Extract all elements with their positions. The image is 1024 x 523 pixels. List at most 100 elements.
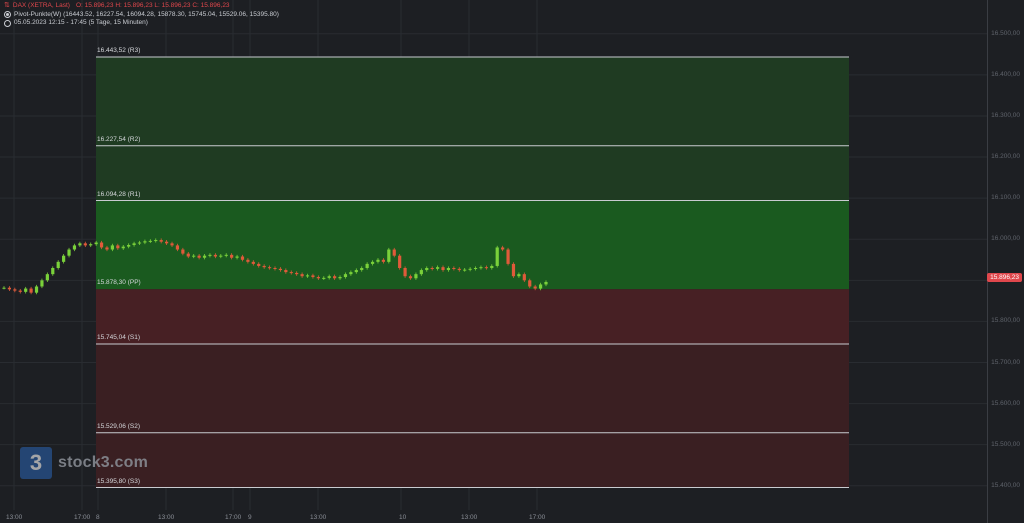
candle-body <box>165 241 169 244</box>
candle-body <box>116 245 120 249</box>
candle-body <box>522 274 526 281</box>
candle-body <box>398 255 402 269</box>
candle-body <box>186 253 190 257</box>
indicator-label: Pivot-Punkte(W) (16443.52, 16227.54, 160… <box>14 10 279 18</box>
candle-body <box>305 275 310 277</box>
candle-body <box>127 244 131 247</box>
candle-body <box>2 287 6 289</box>
candle-body <box>376 259 380 262</box>
candle-body <box>484 267 488 269</box>
candle-body <box>208 254 212 256</box>
price-axis-tick: 15.800,00 <box>991 317 1020 325</box>
candle-body <box>538 284 543 289</box>
price-axis-tick: 15.700,00 <box>991 358 1020 366</box>
time-axis-tick: 17:00 <box>529 514 546 521</box>
candle-body <box>230 254 234 258</box>
candle-body <box>7 287 12 290</box>
candle-body <box>197 255 201 258</box>
candle-body <box>257 263 261 266</box>
candle-body <box>62 255 66 262</box>
candle-body <box>143 241 147 243</box>
price-axis-tick: 15.400,00 <box>991 481 1020 489</box>
candle-body <box>354 270 358 273</box>
candle-body <box>495 247 499 266</box>
candle-body <box>192 255 196 257</box>
candle-body <box>78 243 82 246</box>
price-chart[interactable] <box>0 0 1024 523</box>
time-axis-tick: 13:00 <box>310 514 327 521</box>
candle-body <box>154 240 158 242</box>
time-axis-tick: 10 <box>399 514 407 521</box>
candle-body <box>56 261 60 269</box>
ohlc-values: O: 15.896,23 H: 15.896,23 L: 15.896,23 C… <box>75 2 230 9</box>
candle-body <box>219 255 223 257</box>
candle-body <box>511 263 516 277</box>
candle-body <box>175 245 180 250</box>
candle-body <box>392 249 396 256</box>
instrument-name: DAX (XETRA, Last) <box>12 2 70 9</box>
logo-mark: 3 <box>20 447 52 479</box>
candle-body <box>403 268 407 277</box>
candle-body <box>240 256 245 260</box>
candle-body <box>121 246 125 249</box>
legend-instrument-row[interactable]: ⇅ DAX (XETRA, Last) O: 15.896,23 H: 15.8… <box>4 2 279 11</box>
candle-body <box>490 265 494 269</box>
time-axis-tick: 9 <box>248 514 252 521</box>
candle-body <box>414 274 418 279</box>
candle-body <box>137 242 142 244</box>
candle-body <box>463 269 467 271</box>
price-axis-tick: 16.200,00 <box>991 153 1020 161</box>
candle-body <box>110 245 114 250</box>
candle-body <box>452 268 456 270</box>
time-axis-tick: 17:00 <box>225 514 242 521</box>
candle-body <box>517 274 521 277</box>
indicator-visibility-icon[interactable] <box>4 11 11 19</box>
candle-body <box>387 249 391 262</box>
candle-body <box>40 280 44 287</box>
price-axis-tick: 16.100,00 <box>991 194 1020 202</box>
period-label: 05.05.2023 12:15 - 17:45 (5 Tage, 15 Min… <box>14 19 148 26</box>
candlestick-icon: ⇅ <box>4 2 10 9</box>
candle-body <box>381 259 385 262</box>
candle-body <box>148 240 152 242</box>
candle-body <box>67 249 71 256</box>
stock3-logo: 3 stock3.com <box>20 447 148 479</box>
candle-body <box>408 276 413 279</box>
candle-body <box>170 243 174 246</box>
candle-body <box>300 274 304 277</box>
legend-indicator-row[interactable]: Pivot-Punkte(W) (16443.52, 16227.54, 160… <box>4 11 279 20</box>
candle-body <box>289 272 293 274</box>
candle-body <box>436 267 440 269</box>
pivot-level-label: 15.529,06 (S2) <box>97 422 141 430</box>
candle-body <box>235 256 239 258</box>
candle-body <box>246 259 250 262</box>
price-axis-tick: 16.400,00 <box>991 70 1020 78</box>
candle-body <box>533 286 537 289</box>
candle-body <box>224 254 228 256</box>
price-axis-tick: 15.500,00 <box>991 440 1020 448</box>
candle-body <box>13 289 17 291</box>
candle-body <box>544 281 548 285</box>
candle-body <box>278 268 283 271</box>
pivot-level-label: 16.094,28 (R1) <box>97 190 141 198</box>
time-axis-tick: 13:00 <box>461 514 478 521</box>
pivot-zones <box>96 57 849 488</box>
resistance-zone-outer <box>96 57 849 201</box>
resistance-zone-inner <box>96 200 849 290</box>
candle-body <box>51 268 55 275</box>
candle-body <box>45 274 49 281</box>
candle-body <box>322 277 326 279</box>
candle-body <box>425 268 429 271</box>
candle-body <box>430 268 434 270</box>
candle-body <box>506 249 510 264</box>
candle-body <box>501 247 505 250</box>
pivot-level-label: 16.443,52 (R3) <box>97 47 141 54</box>
time-axis-tick: 13:00 <box>6 514 23 521</box>
candle-body <box>202 255 207 258</box>
candle-body <box>295 272 299 275</box>
candle-body <box>99 242 104 248</box>
support-zone-inner <box>96 289 849 344</box>
pivot-level-label: 15.745,04 (S1) <box>97 334 141 341</box>
price-axis-tick: 16.000,00 <box>991 235 1020 243</box>
legend-period-row[interactable]: 05.05.2023 12:15 - 17:45 (5 Tage, 15 Min… <box>4 19 279 28</box>
